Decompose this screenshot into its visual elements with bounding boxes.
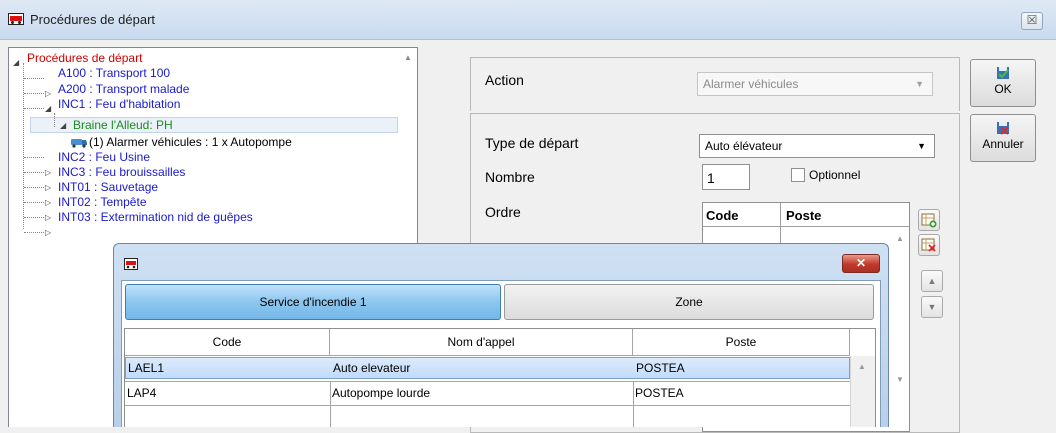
row-poste: POSTEA: [635, 386, 684, 400]
tree-node-root[interactable]: Procédures de départ: [27, 51, 142, 65]
tree-connector: [24, 217, 44, 218]
ok-button[interactable]: OK: [970, 59, 1036, 107]
tree-collapsed-icon[interactable]: ▷: [45, 168, 51, 177]
tree-node-alarm[interactable]: (1) Alarmer véhicules : 1 x Autopompe: [89, 135, 292, 149]
move-up-button[interactable]: ▲: [921, 270, 943, 292]
tree-collapsed-icon[interactable]: ▷: [45, 198, 51, 207]
action-combo-value: Alarmer véhicules: [703, 77, 799, 91]
tree-scroll-up-arrow[interactable]: ▲: [404, 53, 412, 62]
tree-node-a100[interactable]: A100 : Transport 100: [58, 66, 170, 80]
tree-connector: [24, 108, 44, 109]
grid-row-divider: [125, 381, 850, 382]
tree-node-int02[interactable]: INT02 : Tempête: [58, 195, 147, 209]
tree-connector: [24, 172, 44, 173]
tree-connector: [24, 202, 44, 203]
arrow-down-icon: ▼: [927, 302, 937, 312]
ordre-col-poste[interactable]: Poste: [786, 208, 821, 223]
departure-type-label: Type de départ: [485, 135, 579, 151]
grid-col-poste[interactable]: Poste: [633, 329, 850, 356]
row-code: LAP4: [127, 386, 157, 400]
tree-node-braine[interactable]: Braine l'Alleud: PH: [73, 118, 173, 132]
tree-collapsed-icon[interactable]: ▷: [45, 228, 51, 237]
grid-col-call-name[interactable]: Nom d'appel: [330, 329, 633, 356]
row-code: LAEL1: [128, 361, 165, 375]
cancel-button[interactable]: Annuler: [970, 114, 1036, 162]
grid-row-divider: [125, 405, 850, 406]
window-titlebar: [0, 0, 1056, 40]
row-poste: POSTEA: [636, 361, 685, 375]
optional-label: Optionnel: [809, 168, 861, 182]
tree-collapsed-icon[interactable]: ▷: [45, 183, 51, 192]
tree-connector: [23, 63, 24, 229]
ordre-col-code[interactable]: Code: [706, 208, 739, 223]
tree-node-a200[interactable]: A200 : Transport malade: [58, 82, 189, 96]
table-row[interactable]: LAP4 Autopompe lourde POSTEA: [125, 383, 850, 405]
tree-collapsed-icon[interactable]: ▷: [45, 89, 51, 98]
tree-expanded-icon[interactable]: ◢: [45, 104, 51, 113]
tree-expanded-icon[interactable]: ◢: [60, 121, 66, 130]
window-close-button[interactable]: ☒: [1021, 12, 1043, 30]
move-down-button[interactable]: ▼: [921, 296, 943, 318]
tree-expanded-icon[interactable]: ◢: [13, 58, 19, 67]
delete-row-button[interactable]: [918, 234, 940, 256]
departure-type-combo[interactable]: Auto élévateur ▼: [699, 134, 935, 158]
ordre-scroll-up-arrow[interactable]: ▲: [896, 234, 904, 243]
fire-truck-icon: [8, 13, 24, 25]
ordre-label: Ordre: [485, 204, 521, 220]
tab-zone[interactable]: Zone: [504, 284, 874, 320]
add-row-icon: [921, 213, 937, 228]
tab-service-incendie[interactable]: Service d'incendie 1: [125, 284, 501, 320]
table-row[interactable]: LAEL1 Auto elevateur POSTEA: [125, 357, 850, 379]
add-row-button[interactable]: [918, 209, 940, 231]
nombre-input[interactable]: 1: [702, 164, 750, 190]
tree-connector: [24, 187, 44, 188]
dialog-close-button[interactable]: ✕: [842, 254, 880, 273]
ok-label: OK: [994, 82, 1012, 96]
fire-truck-icon: [124, 258, 138, 270]
tree-connector: [54, 113, 55, 127]
grid-column-divider: [330, 381, 331, 427]
row-call-name: Autopompe lourde: [332, 386, 431, 400]
tree-connector: [24, 78, 44, 79]
tree-node-int01[interactable]: INT01 : Sauvetage: [58, 180, 158, 194]
grid-scroll-up-arrow[interactable]: ▲: [858, 362, 866, 371]
optional-checkbox[interactable]: [791, 168, 805, 182]
tree-node-inc1[interactable]: INC1 : Feu d'habitation: [58, 97, 180, 111]
tree-node-int03[interactable]: INT03 : Extermination nid de guêpes: [58, 210, 253, 224]
tree-connector: [24, 157, 44, 158]
tree-node-inc3[interactable]: INC3 : Feu brouissailles: [58, 165, 185, 179]
grid-column-divider: [633, 381, 634, 427]
window-title: Procédures de départ: [30, 12, 156, 27]
cancel-label: Annuler: [982, 137, 1024, 151]
row-call-name: Auto elevateur: [333, 361, 411, 375]
tree-connector: [24, 232, 44, 233]
departure-type-value: Auto élévateur: [705, 139, 783, 153]
ordre-scroll-down-arrow[interactable]: ▼: [896, 375, 904, 384]
arrow-up-icon: ▲: [927, 276, 937, 286]
save-cancel-icon: [997, 122, 1009, 135]
vehicle-icon: [71, 139, 87, 148]
save-ok-icon: [997, 67, 1009, 79]
grid-col-code[interactable]: Code: [125, 329, 330, 356]
action-combo[interactable]: Alarmer véhicules ▼: [697, 72, 933, 96]
delete-row-icon: [921, 238, 936, 252]
action-label: Action: [485, 72, 524, 88]
tree-connector: [24, 93, 44, 94]
nombre-label: Nombre: [485, 169, 535, 185]
chevron-down-icon: ▼: [917, 141, 926, 151]
tree-node-inc2[interactable]: INC2 : Feu Usine: [58, 150, 150, 164]
tree-collapsed-icon[interactable]: ▷: [45, 213, 51, 222]
chevron-down-icon: ▼: [915, 79, 924, 89]
